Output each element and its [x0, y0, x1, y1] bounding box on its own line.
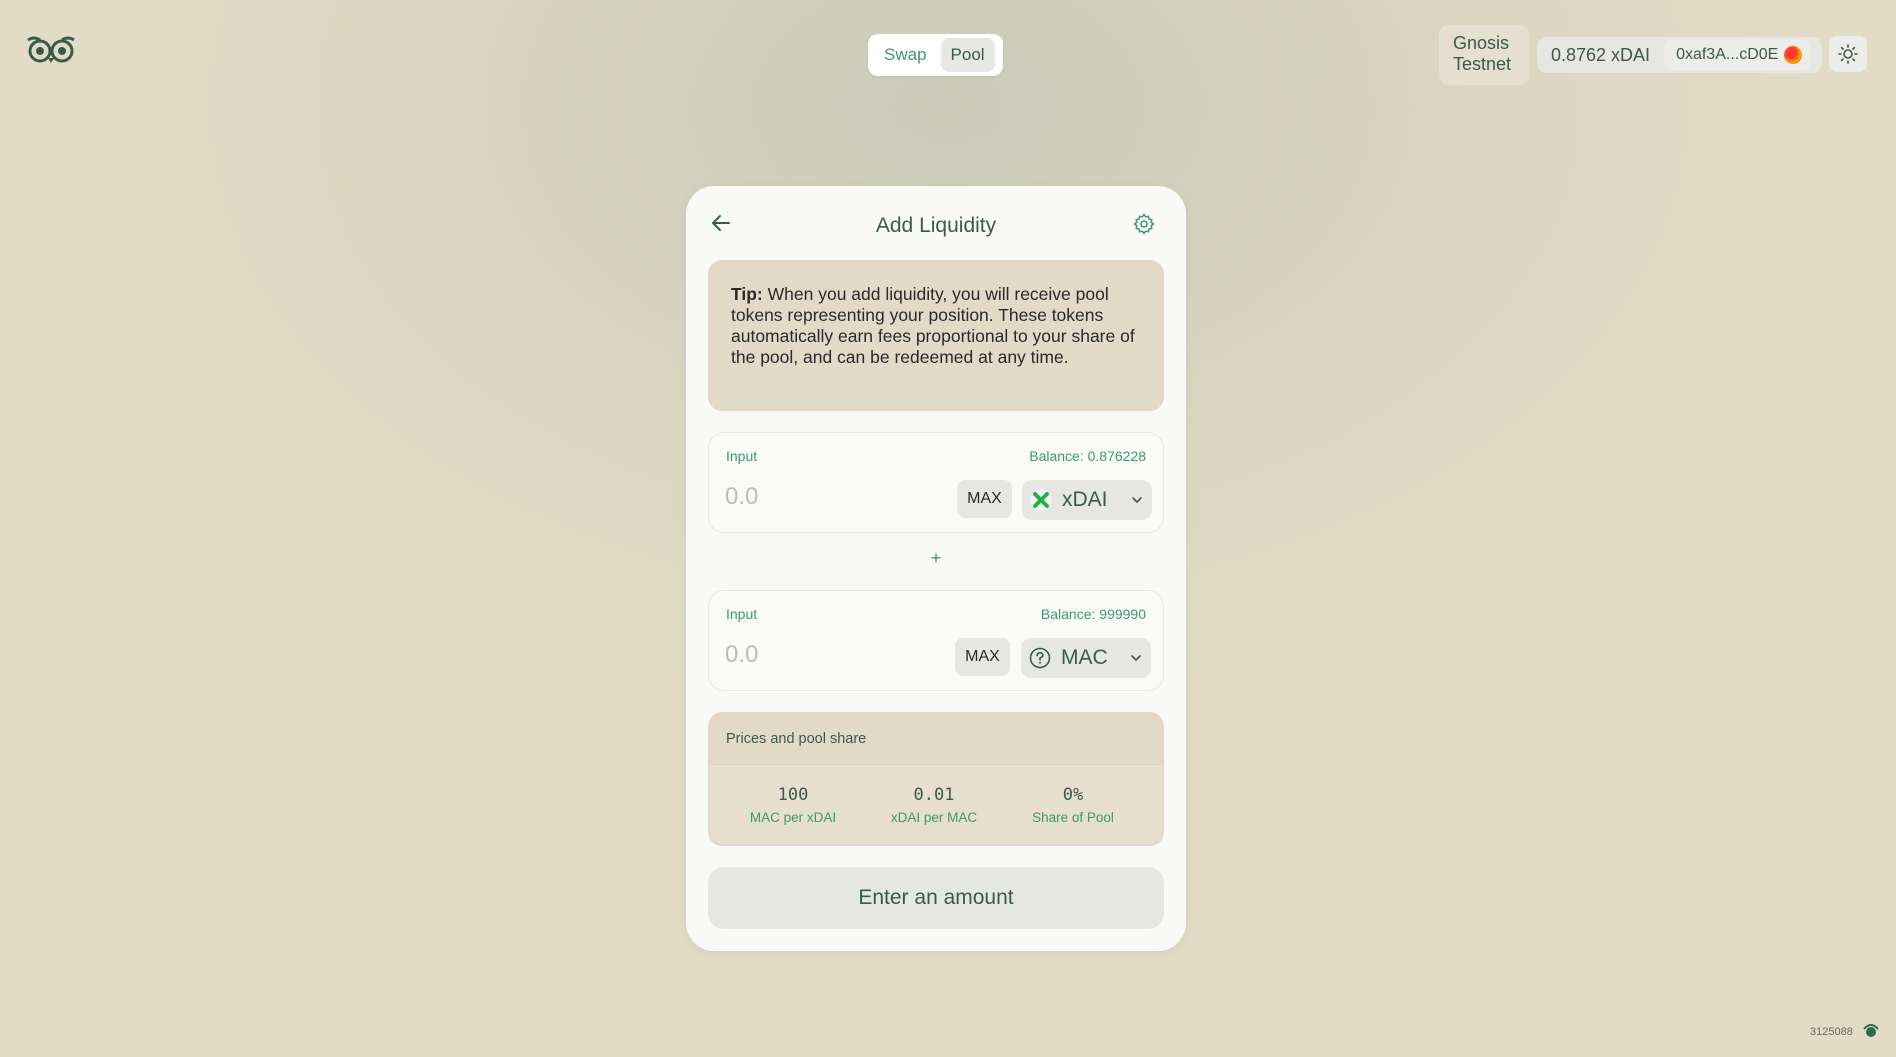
- token-b-input-panel: Input Balance: 999990 MAX MAC: [708, 590, 1164, 691]
- token-a-input-panel: Input Balance: 0.876228 MAX xDAI: [708, 432, 1164, 533]
- token-b-max-button[interactable]: MAX: [955, 638, 1010, 676]
- token-a-max-button[interactable]: MAX: [957, 480, 1012, 518]
- price-xdai-per-mac: 0.01 xDAI per MAC: [874, 785, 994, 825]
- tab-swap[interactable]: Swap: [874, 38, 937, 72]
- theme-toggle-button[interactable]: [1829, 36, 1867, 72]
- wallet-info: 0.8762 xDAI 0xaf3A...cD0E: [1537, 37, 1822, 73]
- price-value: 0.01: [913, 785, 955, 805]
- price-value: 0%: [1062, 785, 1084, 805]
- tip-text: When you add liquidity, you will receive…: [731, 284, 1135, 367]
- token-b-symbol: MAC: [1061, 646, 1108, 669]
- add-liquidity-card: Add Liquidity Tip: When you add liquidit…: [686, 186, 1186, 951]
- wallet-address: 0xaf3A...cD0E: [1676, 46, 1779, 63]
- token-a-amount-input[interactable]: [725, 480, 925, 514]
- network-name-line1: Gnosis: [1453, 33, 1510, 53]
- token-b-selector[interactable]: MAC: [1021, 638, 1151, 678]
- network-name-line2: Testnet: [1453, 54, 1512, 74]
- token-a-selector[interactable]: xDAI: [1022, 480, 1152, 520]
- tab-pool[interactable]: Pool: [940, 38, 995, 72]
- plus-icon: +: [930, 548, 942, 568]
- price-label: Share of Pool: [1032, 810, 1114, 825]
- block-status-icon: [1862, 1021, 1880, 1039]
- price-value: 100: [777, 785, 809, 805]
- network-selector[interactable]: Gnosis Testnet: [1439, 25, 1529, 85]
- liquidity-tip: Tip: When you add liquidity, you will re…: [708, 260, 1164, 411]
- gear-icon[interactable]: [1132, 212, 1156, 236]
- enter-amount-button[interactable]: Enter an amount: [708, 867, 1164, 929]
- sun-icon: [1838, 44, 1858, 64]
- token-a-balance: Balance: 0.876228: [1029, 448, 1146, 464]
- owl-logo-icon[interactable]: [26, 34, 76, 66]
- xdai-token-icon: [1030, 489, 1052, 511]
- token-b-balance: Balance: 999990: [1040, 606, 1146, 622]
- price-label: xDAI per MAC: [890, 810, 978, 825]
- wallet-avatar: [1784, 46, 1803, 64]
- card-title: Add Liquidity: [875, 214, 997, 237]
- share-of-pool: 0% Share of Pool: [1013, 785, 1133, 825]
- swap-pool-toggle: Swap Pool: [868, 34, 1003, 76]
- token-b-amount-input[interactable]: [725, 638, 925, 672]
- prices-title: Prices and pool share: [726, 731, 867, 747]
- question-circle-icon: [1029, 647, 1051, 669]
- tip-label: Tip:: [731, 284, 763, 304]
- token-a-symbol: xDAI: [1062, 488, 1108, 511]
- prices-values: 100 MAC per xDAI 0.01 xDAI per MAC 0% Sh…: [710, 766, 1162, 844]
- prices-and-pool-share: Prices and pool share 100 MAC per xDAI 0…: [708, 712, 1164, 846]
- input-label: Input: [726, 606, 758, 622]
- wallet-address-button[interactable]: 0xaf3A...cD0E: [1664, 39, 1811, 71]
- block-number: 3125088: [1810, 1026, 1853, 1038]
- price-label: MAC per xDAI: [749, 810, 837, 825]
- price-mac-per-xdai: 100 MAC per xDAI: [733, 785, 853, 825]
- chevron-down-icon: [1132, 497, 1142, 504]
- input-label: Input: [726, 448, 758, 464]
- chevron-down-icon: [1131, 655, 1141, 662]
- wallet-balance: 0.8762 xDAI: [1551, 44, 1651, 65]
